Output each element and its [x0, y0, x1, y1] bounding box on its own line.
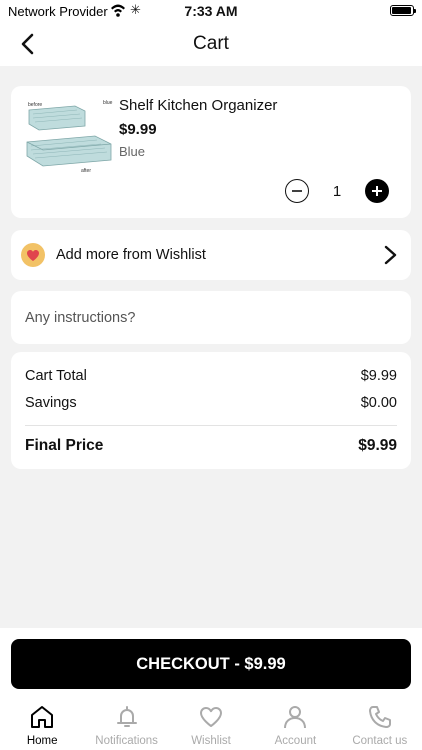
- product-thumbnail[interactable]: before blue after: [25, 98, 117, 174]
- tab-notifications[interactable]: Notifications: [84, 700, 168, 750]
- instructions-card: [11, 291, 411, 344]
- product-name[interactable]: Shelf Kitchen Organizer: [119, 97, 277, 114]
- tab-home[interactable]: Home: [0, 700, 84, 750]
- savings-row: Savings $0.00: [25, 395, 397, 411]
- quantity-value: 1: [332, 182, 342, 200]
- status-bar: Network Provider ✳ 7:33 AM: [0, 0, 422, 22]
- wishlist-label: Add more from Wishlist: [56, 247, 206, 263]
- page-title: Cart: [193, 33, 229, 54]
- back-chevron-icon[interactable]: [14, 30, 42, 58]
- final-price-label: Final Price: [25, 437, 104, 454]
- product-price: $9.99: [119, 121, 157, 138]
- product-variant: Blue: [119, 144, 146, 159]
- checkout-button[interactable]: CHECKOUT - $9.99: [11, 639, 411, 689]
- heart-icon: [200, 707, 223, 727]
- cart-item-card: before blue after Shelf Kitchen Organize…: [11, 86, 411, 218]
- thumbnail-before-text: before: [28, 102, 42, 108]
- heart-badge-icon: [21, 243, 45, 267]
- user-icon: [284, 706, 307, 729]
- chevron-right-icon: [384, 245, 397, 265]
- tab-contact-us-label: Contact us: [352, 735, 408, 747]
- divider: [25, 425, 397, 426]
- final-price-value: $9.99: [358, 437, 397, 454]
- add-from-wishlist-row[interactable]: Add more from Wishlist: [11, 230, 411, 280]
- savings-value: $0.00: [360, 395, 397, 411]
- tab-account[interactable]: Account: [253, 700, 337, 750]
- tab-notifications-label: Notifications: [95, 735, 158, 747]
- price-summary-card: Cart Total $9.99 Savings $0.00 Final Pri…: [11, 352, 411, 469]
- nav-bar: Cart: [0, 22, 422, 66]
- battery-icon: [390, 5, 416, 16]
- bottom-tab-bar: Home Notifications Wishlist Account Cont…: [0, 700, 422, 750]
- thumbnail-blue-text: blue: [103, 100, 113, 106]
- savings-label: Savings: [25, 395, 77, 411]
- bell-icon: [116, 706, 137, 727]
- tab-wishlist-label: Wishlist: [191, 735, 231, 747]
- phone-icon: [368, 706, 391, 728]
- cart-total-value: $9.99: [360, 368, 397, 384]
- tab-wishlist[interactable]: Wishlist: [169, 700, 253, 750]
- home-icon: [31, 706, 54, 728]
- status-time: 7:33 AM: [184, 3, 238, 19]
- thumbnail-after-text: after: [81, 168, 91, 174]
- decrease-quantity-button[interactable]: [285, 179, 309, 203]
- tab-contact-us[interactable]: Contact us: [338, 700, 422, 750]
- minus-icon: [292, 190, 302, 192]
- cart-total-row: Cart Total $9.99: [25, 368, 397, 384]
- quantity-stepper: 1: [285, 178, 389, 204]
- cart-total-label: Cart Total: [25, 368, 87, 384]
- plus-icon: [372, 186, 382, 196]
- final-price-row: Final Price $9.99: [25, 437, 397, 455]
- heart-icon: [27, 249, 39, 261]
- tab-home-label: Home: [26, 735, 58, 747]
- tab-account-label: Account: [274, 735, 317, 747]
- increase-quantity-button[interactable]: [365, 179, 389, 203]
- instructions-input[interactable]: [25, 291, 397, 344]
